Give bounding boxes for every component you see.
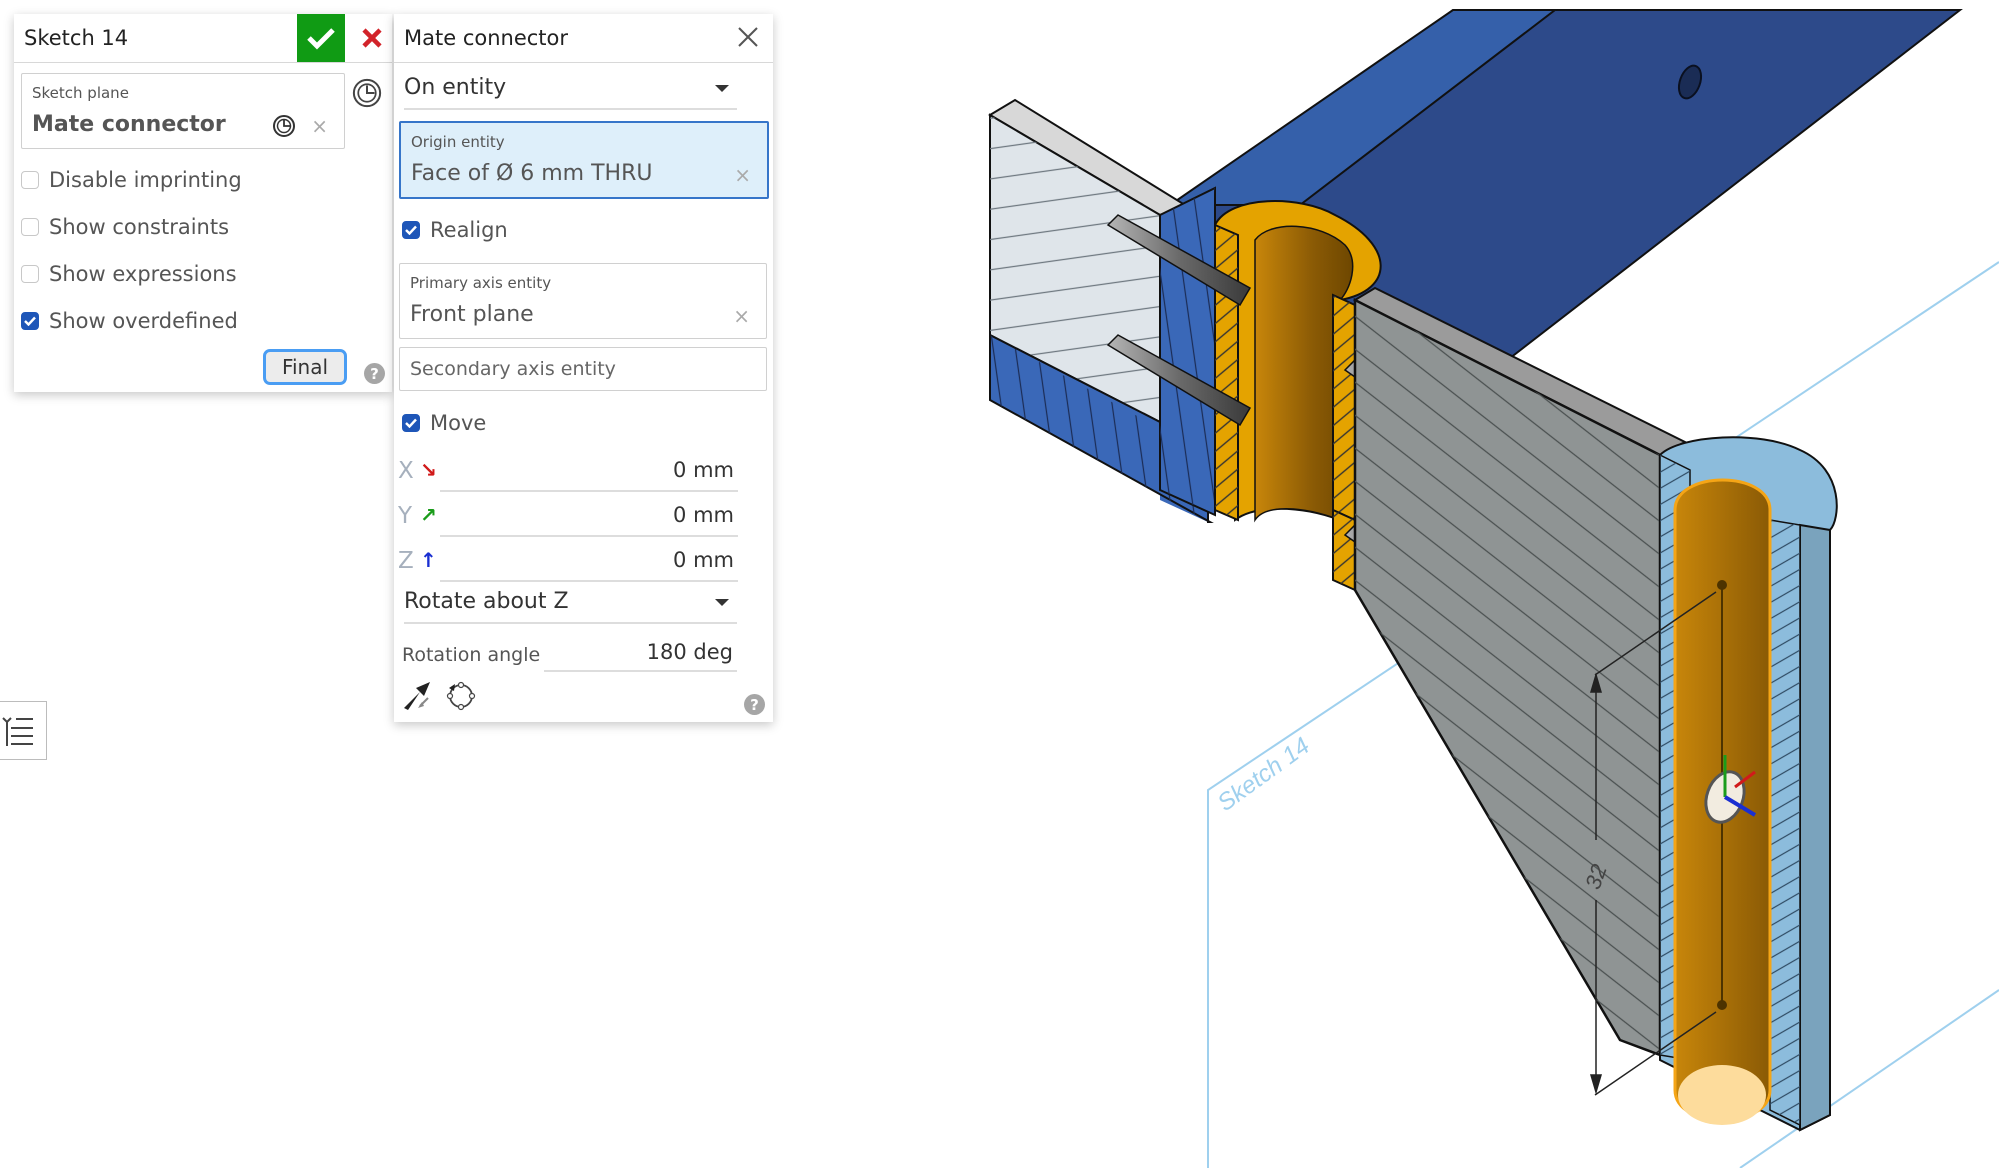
x-axis-label: X [398, 458, 414, 484]
placement-type-value: On entity [404, 75, 507, 100]
reorient-secondary-axis-icon[interactable] [444, 678, 478, 712]
checkmark-icon [405, 225, 417, 235]
x-direction-icon[interactable]: ↘ [420, 458, 437, 482]
checkbox-checked[interactable] [402, 221, 420, 239]
y-offset-value: 0 mm [673, 503, 734, 527]
checkbox-unchecked[interactable] [21, 265, 39, 283]
sketch-title: Sketch 14 [24, 26, 129, 50]
clear-sketch-plane-icon[interactable]: × [311, 114, 328, 138]
chevron-down-icon [715, 599, 729, 606]
origin-entity-label: Origin entity [411, 133, 505, 151]
rotation-type-dropdown[interactable]: Rotate about Z [404, 582, 737, 624]
secondary-axis-entity-field[interactable]: Secondary axis entity [399, 347, 767, 391]
checkbox-unchecked[interactable] [21, 171, 39, 189]
mate-connector-header: Mate connector [394, 14, 773, 63]
checkbox-label: Show expressions [49, 262, 237, 286]
show-expressions-checkbox[interactable]: Show expressions [21, 262, 237, 286]
sketch-plane-value: Mate connector [32, 112, 226, 137]
checkbox-label: Move [430, 411, 487, 435]
left-plate-section [988, 98, 1216, 523]
checkbox-checked[interactable] [402, 414, 420, 432]
clear-origin-entity-icon[interactable]: × [734, 163, 751, 187]
sketch-plane-label: Sketch 14 [1213, 732, 1315, 817]
flip-primary-axis-icon[interactable] [400, 678, 434, 712]
cancel-button[interactable] [356, 22, 388, 54]
mate-connector-title: Mate connector [404, 26, 569, 50]
primary-axis-value: Front plane [410, 302, 534, 327]
clear-primary-axis-icon[interactable]: × [733, 304, 750, 328]
feature-list-toggle-button[interactable] [0, 701, 47, 760]
create-mate-connector-icon[interactable] [352, 78, 382, 108]
checkmark-icon [24, 316, 36, 326]
origin-entity-value: Face of Ø 6 mm THRU [411, 161, 653, 186]
checkbox-checked[interactable] [21, 312, 39, 330]
help-icon[interactable]: ? [744, 694, 765, 715]
check-icon [307, 28, 335, 50]
chevron-down-icon [715, 85, 729, 92]
z-direction-icon[interactable]: ↑ [420, 548, 437, 572]
move-checkbox[interactable]: Move [402, 411, 486, 435]
checkbox-unchecked[interactable] [21, 218, 39, 236]
mate-connector-icon[interactable] [272, 114, 296, 138]
rotation-type-value: Rotate about Z [404, 589, 569, 614]
show-constraints-checkbox[interactable]: Show constraints [21, 215, 229, 239]
accept-button[interactable] [297, 14, 345, 62]
primary-axis-label: Primary axis entity [410, 274, 552, 292]
y-offset-row: Y ↗ 0 mm [398, 497, 738, 537]
y-offset-input[interactable]: 0 mm [440, 497, 738, 537]
disable-imprinting-checkbox[interactable]: Disable imprinting [21, 168, 242, 192]
y-direction-icon[interactable]: ↗ [420, 503, 437, 527]
close-x-icon [362, 28, 382, 48]
close-icon[interactable] [735, 24, 761, 50]
sketch-dialog-header: Sketch 14 [14, 14, 392, 63]
x-offset-row: X ↘ 0 mm [398, 452, 738, 492]
rotation-angle-label: Rotation angle [402, 644, 541, 666]
checkbox-label: Disable imprinting [49, 168, 242, 192]
checkbox-label: Show constraints [49, 215, 230, 239]
y-axis-label: Y [398, 503, 413, 529]
mate-connector-dialog: Mate connector On entity Origin entity F… [394, 14, 773, 722]
origin-entity-field[interactable]: Origin entity Face of Ø 6 mm THRU × [399, 121, 769, 199]
checkbox-label: Realign [430, 218, 508, 242]
primary-axis-entity-field[interactable]: Primary axis entity Front plane × [399, 263, 767, 339]
help-icon[interactable]: ? [364, 363, 385, 384]
final-button[interactable]: Final [263, 349, 347, 385]
rotation-angle-input[interactable]: 180 deg [544, 634, 737, 672]
rotation-angle-value: 180 deg [646, 640, 733, 664]
z-axis-label: Z [398, 548, 414, 574]
checkmark-icon [405, 418, 417, 428]
show-overdefined-checkbox[interactable]: Show overdefined [21, 309, 238, 333]
x-offset-input[interactable]: 0 mm [440, 452, 738, 492]
realign-checkbox[interactable]: Realign [402, 218, 508, 242]
sketch-plane-field[interactable]: Sketch plane Mate connector × [21, 73, 345, 149]
z-offset-row: Z ↑ 0 mm [398, 542, 738, 582]
z-offset-input[interactable]: 0 mm [440, 542, 738, 582]
sketch-dialog: Sketch 14 Sketch plane Mate connector × [14, 14, 392, 392]
sketch-plane-label: Sketch plane [32, 84, 129, 102]
feature-list-icon [2, 717, 33, 746]
checkbox-label: Show overdefined [49, 309, 238, 333]
placement-type-dropdown[interactable]: On entity [404, 68, 737, 110]
x-offset-value: 0 mm [673, 458, 734, 482]
gray-gusset-section [1352, 286, 1688, 1057]
z-offset-value: 0 mm [673, 548, 734, 572]
secondary-axis-placeholder: Secondary axis entity [410, 358, 616, 380]
